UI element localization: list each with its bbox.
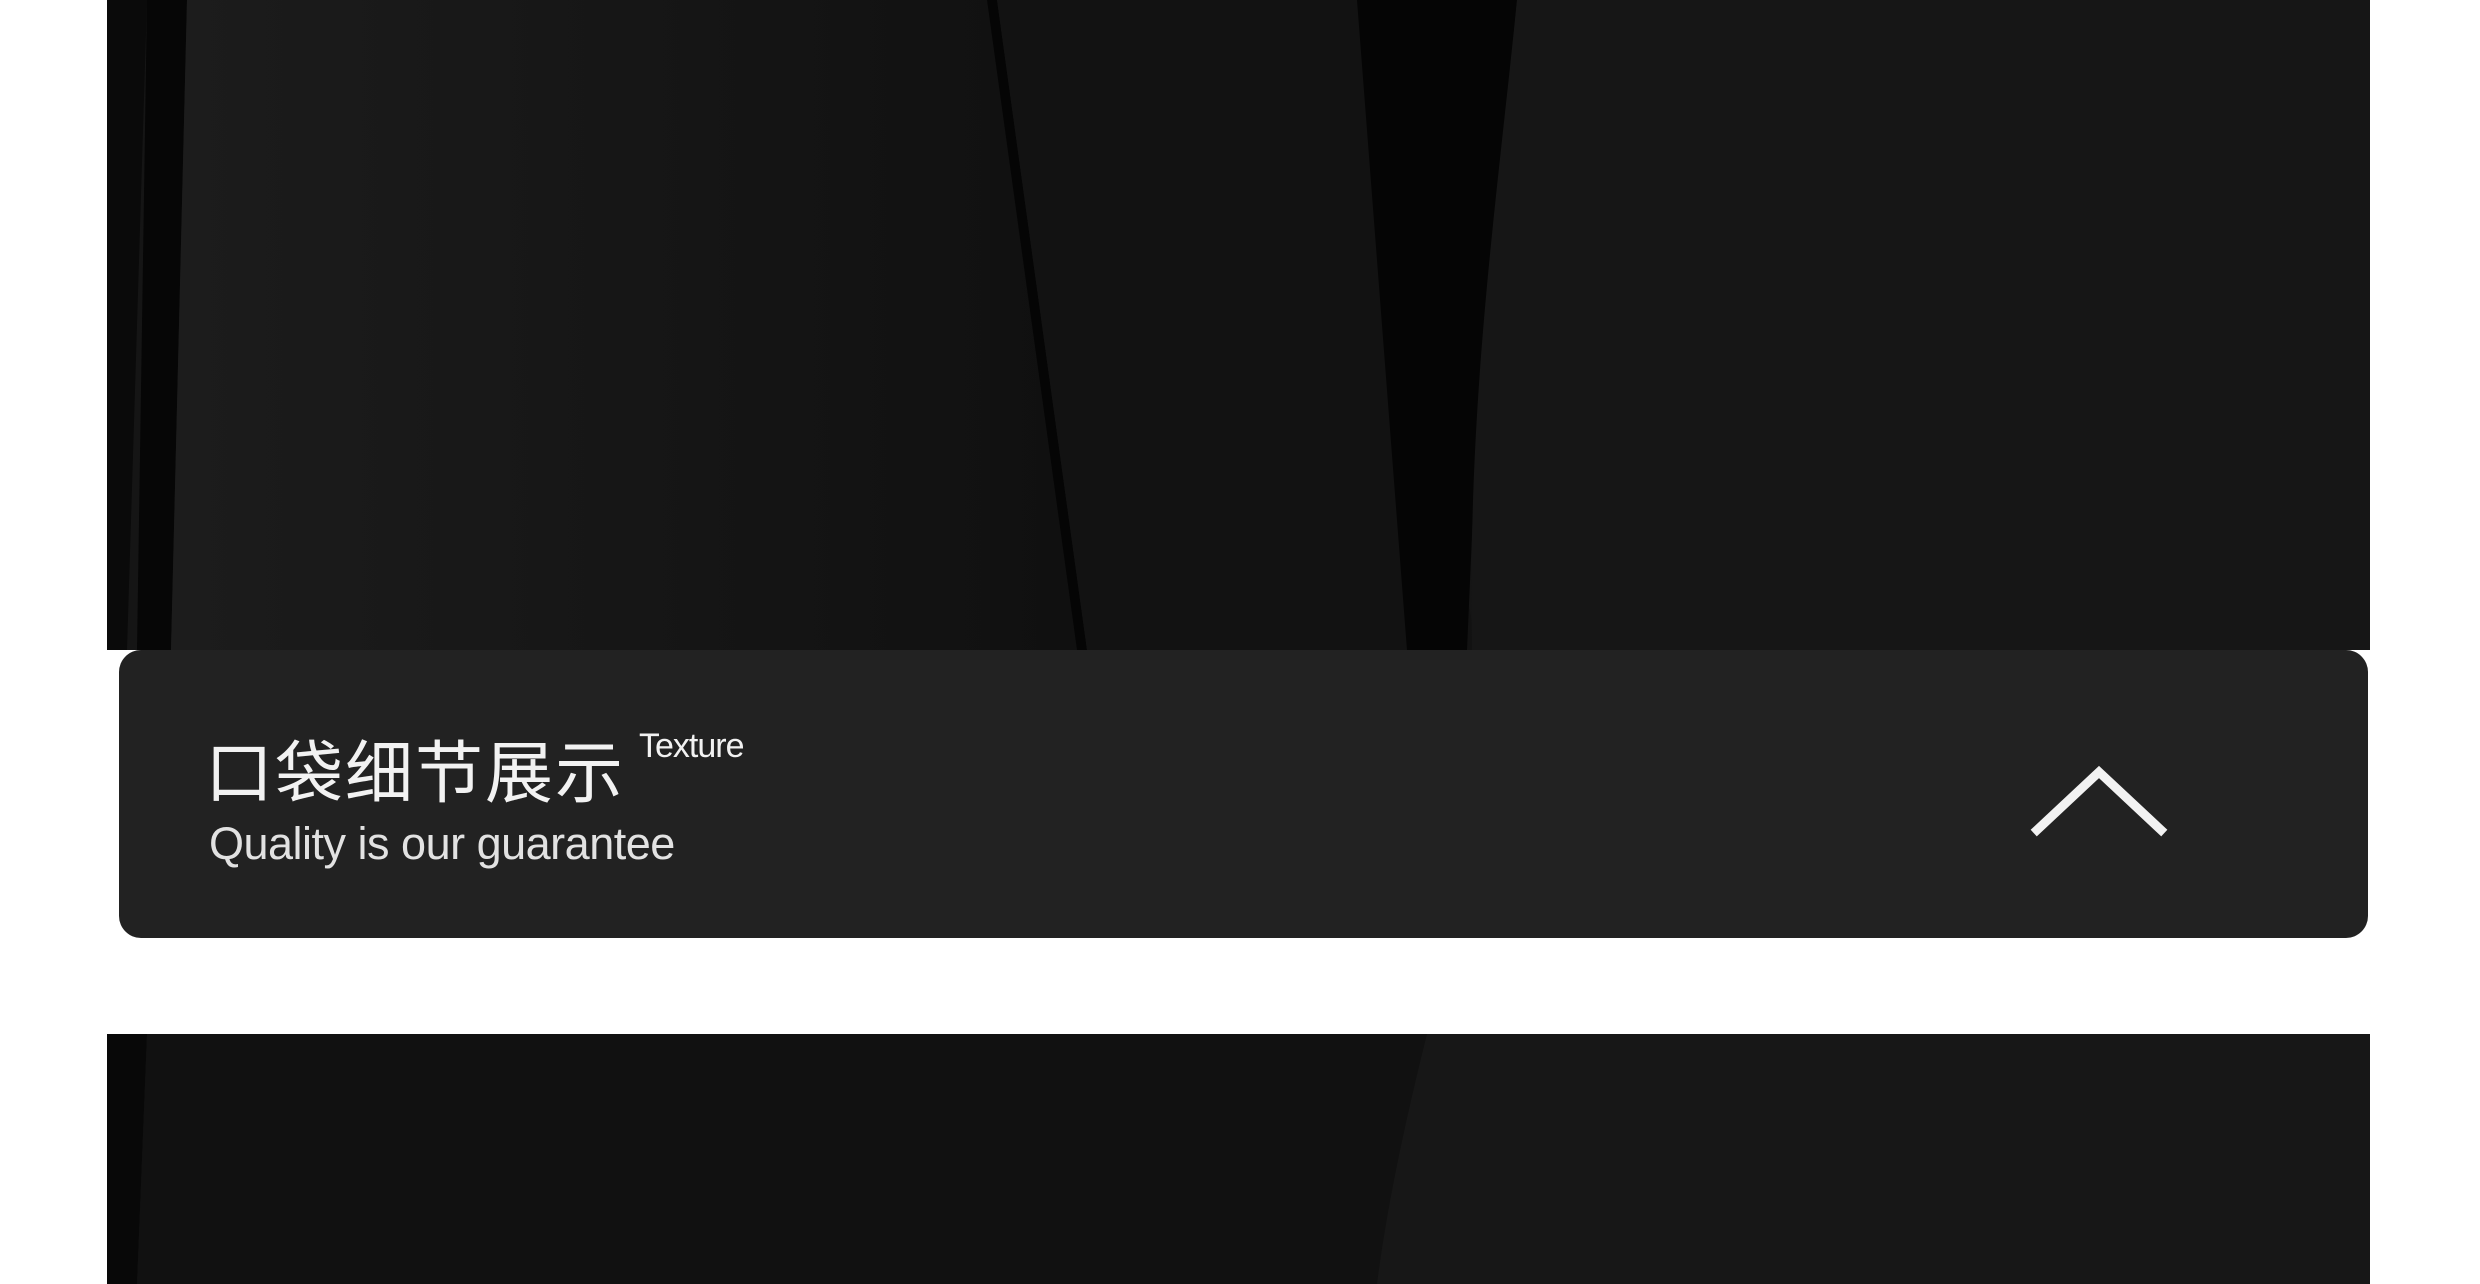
detail-section-header: 口袋细节展示 Texture Quality is our guarantee xyxy=(119,650,2368,938)
fabric-photo-top xyxy=(107,0,2370,650)
section-title-superscript: Texture xyxy=(639,727,744,765)
fabric-fold-shading xyxy=(107,1034,2370,1284)
section-title: 口袋细节展示 xyxy=(205,735,626,814)
chevron-up-icon xyxy=(2030,765,2168,837)
fabric-fold-shading xyxy=(107,0,2370,650)
section-title-row: 口袋细节展示 Texture xyxy=(205,718,745,817)
section-subtitle: Quality is our guarantee xyxy=(209,818,675,869)
fabric-photo-bottom xyxy=(107,1034,2370,1284)
collapse-button[interactable] xyxy=(2019,740,2179,850)
